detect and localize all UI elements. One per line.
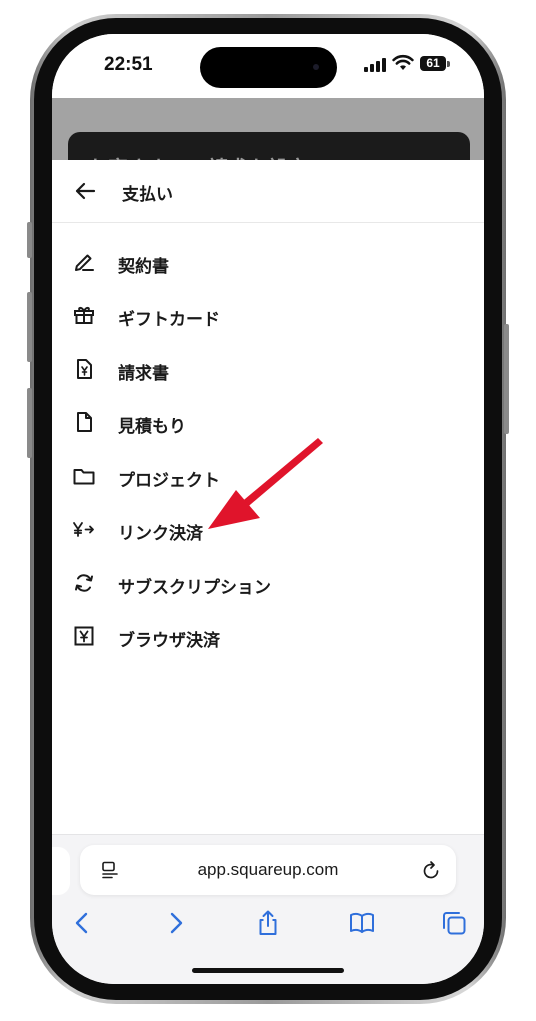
volume-down-button — [27, 388, 32, 458]
back-arrow-icon[interactable] — [74, 180, 96, 202]
background-page-dim: お客さまへの請求を設定 — [52, 98, 484, 192]
tabs-icon[interactable] — [440, 909, 468, 937]
pencil-icon — [75, 254, 94, 271]
browser-bottom-bar: app.squareup.com — [52, 834, 484, 984]
gift-icon — [74, 307, 94, 324]
share-icon[interactable] — [254, 909, 282, 937]
status-bar: 22:51 61 — [52, 34, 484, 98]
url-text: app.squareup.com — [197, 860, 339, 879]
status-time: 22:51 — [104, 54, 153, 75]
wifi-icon — [392, 54, 414, 70]
forward-icon[interactable] — [162, 909, 190, 937]
back-icon[interactable] — [68, 909, 96, 937]
menu-item-invoices[interactable]: 請求書 — [52, 349, 484, 389]
bookmarks-icon[interactable] — [348, 909, 376, 937]
battery-icon: 61 — [420, 56, 446, 71]
menu-item-subscriptions[interactable]: サブスクリプション — [52, 563, 484, 603]
document-icon — [77, 412, 92, 432]
menu-item-label: ブラウザ決済 — [118, 631, 220, 650]
previous-tab-peek[interactable] — [52, 847, 70, 895]
menu-item-label: リンク決済 — [118, 524, 203, 543]
menu-item-label: サブスクリプション — [118, 578, 271, 597]
folder-icon — [73, 469, 95, 485]
screenshot-stage: 22:51 61 お客さまへの請求を設定 — [0, 0, 536, 1021]
home-indicator[interactable] — [192, 968, 344, 973]
power-button — [504, 324, 509, 434]
menu-item-contracts[interactable]: 契約書 — [52, 242, 484, 282]
volume-up-button — [27, 292, 32, 362]
dynamic-island — [200, 47, 337, 88]
menu-item-label: 見積もり — [118, 417, 186, 436]
sheet-title: 支払い — [122, 185, 173, 204]
camera-icon — [313, 64, 319, 70]
sheet-header: 支払い — [52, 160, 484, 223]
action-button — [27, 222, 32, 258]
address-bar[interactable]: app.squareup.com — [80, 845, 456, 895]
yen-box-icon — [74, 626, 94, 646]
menu-item-label: ギフトカード — [118, 310, 220, 329]
yen-arrow-icon — [73, 522, 94, 537]
menu-item-label: 請求書 — [118, 364, 169, 383]
annotation-arrow-icon — [208, 438, 323, 529]
phone-screen: 22:51 61 お客さまへの請求を設定 — [52, 34, 484, 984]
invoice-yen-icon — [77, 359, 92, 379]
battery-cap — [447, 61, 450, 67]
menu-item-label: 契約書 — [118, 257, 169, 276]
refresh-cycle-icon — [75, 574, 93, 592]
cellular-signal-icon — [364, 58, 386, 72]
menu-item-gift-cards[interactable]: ギフトカード — [52, 295, 484, 335]
reload-icon[interactable] — [420, 859, 442, 881]
menu-item-browser-payments[interactable]: ブラウザ決済 — [52, 616, 484, 656]
